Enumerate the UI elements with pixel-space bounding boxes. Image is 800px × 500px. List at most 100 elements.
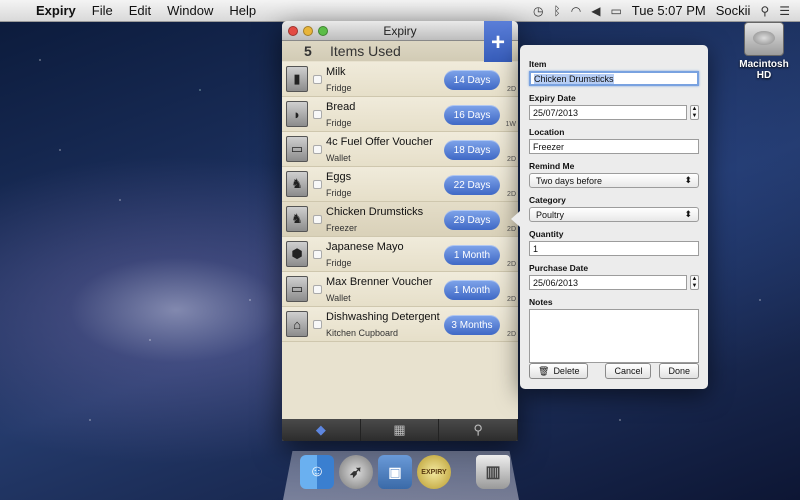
done-button[interactable]: Done xyxy=(659,363,699,379)
item-name: Milk xyxy=(326,66,346,78)
expiry-pill: 14 Days xyxy=(444,70,500,90)
window-titlebar[interactable]: Expiry xyxy=(282,21,518,41)
tag-icon: ◆ xyxy=(315,422,326,437)
used-checkbox[interactable] xyxy=(313,285,322,294)
remind-label: Remind Me xyxy=(529,161,575,171)
hard-drive-icon xyxy=(744,22,784,56)
notes-textarea[interactable] xyxy=(529,309,699,363)
time-machine-icon[interactable]: ◷ xyxy=(533,4,543,18)
expiry-date-input[interactable]: 25/07/2013 xyxy=(529,105,687,120)
location-label: Location xyxy=(529,127,565,137)
list-item[interactable]: ◗ Bread Fridge 16 Days 1W xyxy=(282,97,518,132)
reminder-tag: 2D xyxy=(507,156,516,163)
category-select[interactable]: Poultry ⬍ xyxy=(529,207,699,222)
location-input[interactable]: Freezer xyxy=(529,139,699,154)
list-item[interactable]: ▮ Milk Fridge 14 Days 2D xyxy=(282,62,518,97)
used-checkbox[interactable] xyxy=(313,215,322,224)
used-checkbox[interactable] xyxy=(313,180,322,189)
photo-app-icon[interactable]: ▣ xyxy=(378,455,412,489)
zoom-button[interactable] xyxy=(318,26,328,36)
list-item[interactable]: ⌂ Dishwashing Detergent Kitchen Cupboard… xyxy=(282,307,518,342)
menu-help[interactable]: Help xyxy=(221,3,264,18)
purchase-date-label: Purchase Date xyxy=(529,263,589,273)
reminder-tag: 2D xyxy=(507,296,516,303)
used-checkbox[interactable] xyxy=(313,110,322,119)
quantity-field: Quantity 1 xyxy=(529,229,699,256)
menu-window[interactable]: Window xyxy=(159,3,221,18)
quantity-label: Quantity xyxy=(529,229,564,239)
expiry-window: Expiry 5 Items Used + ▮ Milk Fridge 14 D… xyxy=(282,21,518,441)
item-location: Fridge xyxy=(326,258,352,268)
menu-app-name[interactable]: Expiry xyxy=(28,3,84,18)
bottom-toolbar: ◆ ▦ ⚲ xyxy=(282,419,518,441)
expiry-pill: 29 Days xyxy=(444,210,500,230)
menu-edit[interactable]: Edit xyxy=(121,3,159,18)
menu-bar: Expiry File Edit Window Help ◷ ᛒ ◠ ◀ ▭ T… xyxy=(0,0,800,22)
reminder-tag: 1W xyxy=(505,121,517,128)
reminder-tag: 2D xyxy=(507,226,516,233)
purchase-date-input[interactable]: 25/06/2013 xyxy=(529,275,687,290)
used-checkbox[interactable] xyxy=(313,145,322,154)
desktop-drive[interactable]: Macintosh HD xyxy=(734,22,794,81)
trash-icon: 🗑 xyxy=(538,365,550,376)
delete-button[interactable]: 🗑 Delete xyxy=(529,363,589,379)
bluetooth-icon[interactable]: ᛒ xyxy=(554,4,561,18)
remind-field: Remind Me Two days before ⬍ xyxy=(529,161,699,188)
purchase-date-stepper[interactable]: ▲ ▼ xyxy=(690,275,699,290)
item-location: Kitchen Cupboard xyxy=(326,328,399,338)
close-button[interactable] xyxy=(288,26,298,36)
dock-icons: ☺ ➶ ▣ EXPIRY ▥ xyxy=(300,455,510,489)
used-checkbox[interactable] xyxy=(313,75,322,84)
item-field: Item Chicken Drumsticks xyxy=(529,59,699,86)
items-used-label: Items Used xyxy=(330,43,401,59)
list-item[interactable]: ♞ Eggs Fridge 22 Days 2D xyxy=(282,167,518,202)
item-location: Wallet xyxy=(326,153,351,163)
menu-clock[interactable]: Tue 5:07 PM xyxy=(632,3,706,18)
list-item[interactable]: ▭ 4c Fuel Offer Voucher Wallet 18 Days 2… xyxy=(282,132,518,167)
search-tab-button[interactable]: ⚲ xyxy=(439,419,518,441)
wifi-icon[interactable]: ◠ xyxy=(571,4,581,18)
window-controls xyxy=(288,26,328,36)
expiry-app-icon[interactable]: EXPIRY xyxy=(417,455,451,489)
spotlight-search-icon[interactable]: ⚲ xyxy=(760,4,769,18)
popover-buttons: 🗑 Delete Cancel Done xyxy=(529,363,699,379)
search-icon: ⚲ xyxy=(473,422,483,437)
calendar-tab-button[interactable]: ▦ xyxy=(361,419,440,441)
battery-icon[interactable]: ▭ xyxy=(610,4,621,18)
list-item[interactable]: ▭ Max Brenner Voucher Wallet 1 Month 2D xyxy=(282,272,518,307)
item-label: Item xyxy=(529,59,547,69)
item-list: ▮ Milk Fridge 14 Days 2D ◗ Bread Fridge … xyxy=(282,62,518,342)
expiry-date-label: Expiry Date xyxy=(529,93,576,103)
item-location: Fridge xyxy=(326,118,352,128)
notes-label: Notes xyxy=(529,297,553,307)
bread-icon: ◗ xyxy=(286,101,308,127)
reminder-tag: 2D xyxy=(507,331,516,338)
select-arrows-icon: ⬍ xyxy=(684,175,692,185)
item-name: Max Brenner Voucher xyxy=(326,276,433,288)
tag-tab-button[interactable]: ◆ xyxy=(282,419,361,441)
launchpad-icon[interactable]: ➶ xyxy=(339,455,373,489)
expiry-date-stepper[interactable]: ▲ ▼ xyxy=(690,105,699,120)
used-checkbox[interactable] xyxy=(313,250,322,259)
item-location: Fridge xyxy=(326,188,352,198)
quantity-input[interactable]: 1 xyxy=(529,241,699,256)
menu-file[interactable]: File xyxy=(84,3,121,18)
used-checkbox[interactable] xyxy=(313,320,322,329)
purchase-date-field: Purchase Date 25/06/2013 ▲ ▼ xyxy=(529,263,699,290)
notification-list-icon[interactable]: ☰ xyxy=(779,4,790,18)
volume-icon[interactable]: ◀ xyxy=(591,4,600,18)
window-title: Expiry xyxy=(383,23,417,38)
jar-icon: ⬢ xyxy=(286,241,308,267)
finder-icon[interactable]: ☺ xyxy=(300,455,334,489)
trash-icon[interactable]: ▥ xyxy=(476,455,510,489)
expiry-pill: 16 Days xyxy=(444,105,500,125)
item-name-input[interactable]: Chicken Drumsticks xyxy=(529,71,699,86)
remind-select[interactable]: Two days before ⬍ xyxy=(529,173,699,188)
minimize-button[interactable] xyxy=(303,26,313,36)
items-used-count: 5 xyxy=(304,43,312,59)
expiry-date-field: Expiry Date 25/07/2013 ▲ ▼ xyxy=(529,93,699,120)
list-item-selected[interactable]: ♞ Chicken Drumsticks Freezer 29 Days 2D xyxy=(282,202,518,237)
list-item[interactable]: ⬢ Japanese Mayo Fridge 1 Month 2D xyxy=(282,237,518,272)
cancel-button[interactable]: Cancel xyxy=(605,363,652,379)
menu-user[interactable]: Sockii xyxy=(716,3,751,18)
